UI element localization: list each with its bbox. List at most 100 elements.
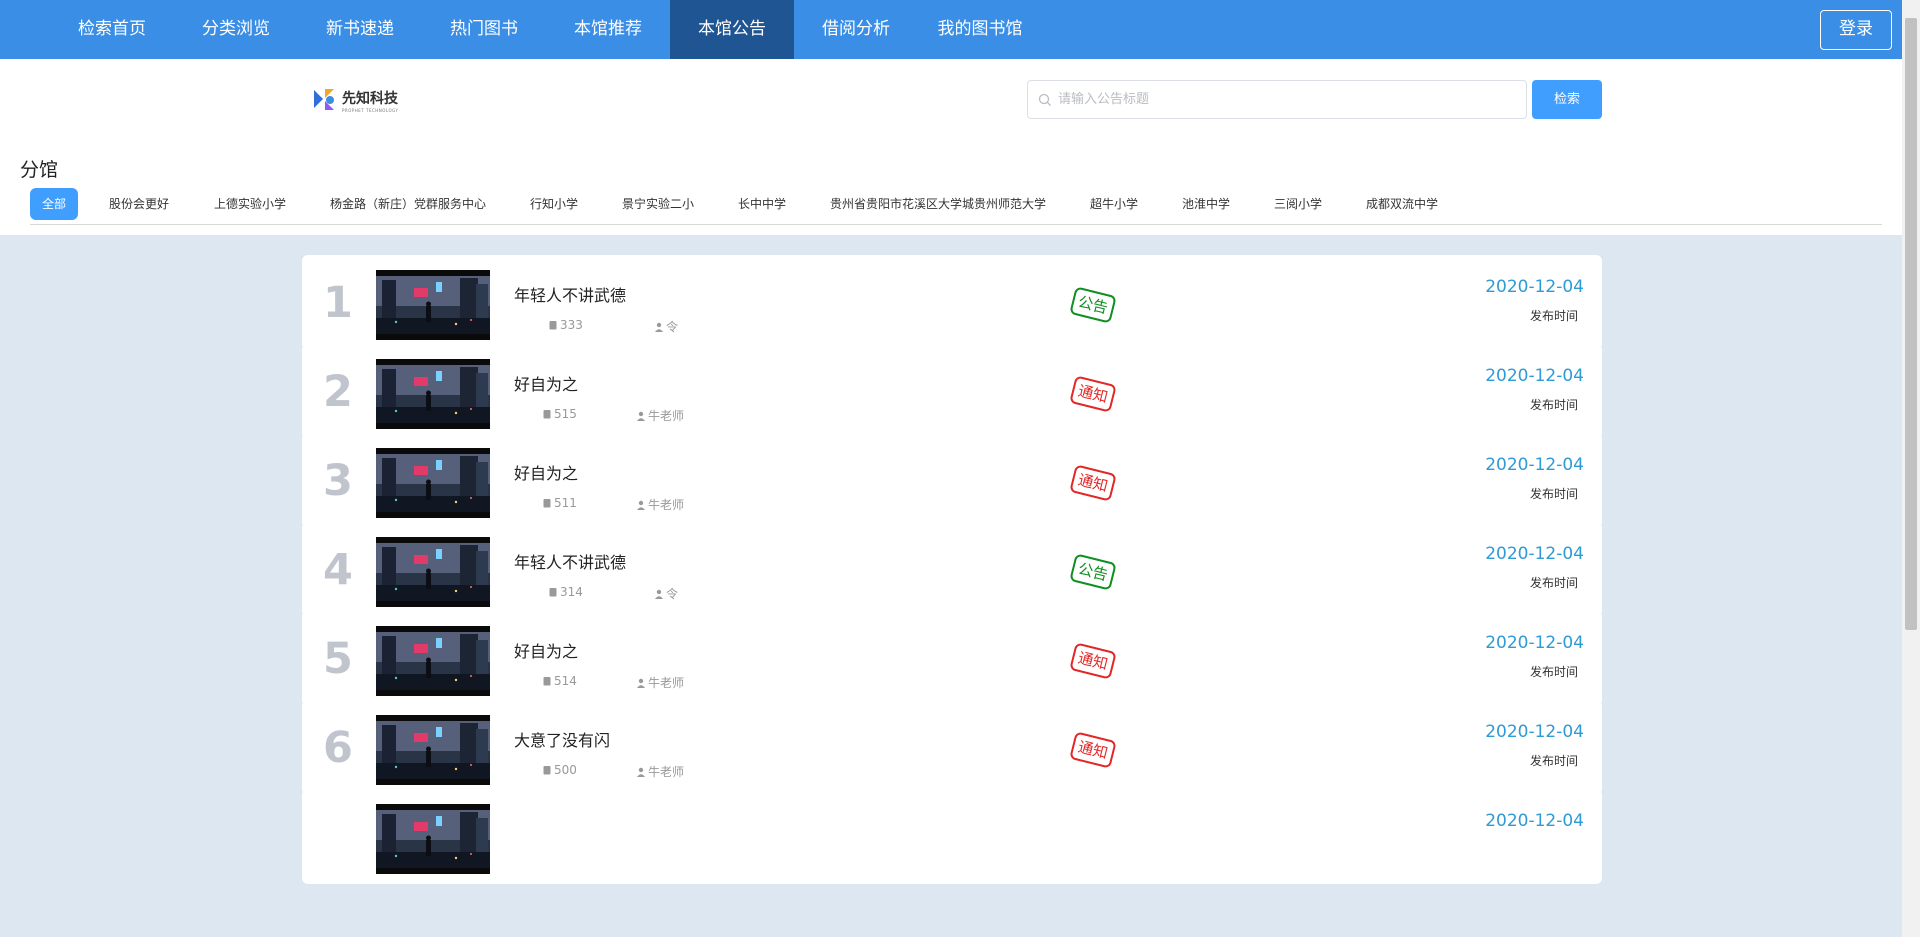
- nav-item-recommend[interactable]: 本馆推荐: [558, 0, 658, 59]
- author-name: 令: [654, 318, 678, 335]
- rank-number: 1: [323, 278, 353, 328]
- thumbnail-image[interactable]: [376, 359, 490, 429]
- thumbnail-image[interactable]: [376, 537, 490, 607]
- announcement-card[interactable]: 6 大意了没有闪 500 牛老师 通知 2020-12-04 发布时间: [302, 700, 1602, 795]
- user-icon: [637, 500, 645, 510]
- thumbnail-image[interactable]: [376, 626, 490, 696]
- publish-date: 2020-12-04: [1485, 455, 1584, 475]
- logo-subtitle: PROPHET TECHNOLOGY: [342, 107, 399, 113]
- publish-date-label: 发布时间: [1529, 754, 1578, 768]
- branch-tab[interactable]: 长中中学: [738, 188, 786, 220]
- publish-date: 2020-12-04: [1485, 722, 1584, 742]
- rank-number: 6: [323, 723, 353, 773]
- scrollbar[interactable]: [1902, 0, 1920, 937]
- author-name: 牛老师: [636, 407, 684, 424]
- nav-item-borrow-analysis[interactable]: 借阅分析: [806, 0, 906, 59]
- scrollbar-thumb[interactable]: [1905, 18, 1917, 630]
- author-name: 牛老师: [636, 674, 684, 691]
- search-box: [1027, 80, 1527, 119]
- announcement-card[interactable]: 2 好自为之 515 牛老师 通知 2020-12-04 发布时间: [302, 344, 1602, 439]
- announcement-card[interactable]: 4 年轻人不讲武德 314 令 公告 2020-12-04 发布时间: [302, 522, 1602, 617]
- announcement-title[interactable]: 好自为之: [514, 371, 578, 395]
- top-nav: 检索首页 分类浏览 新书速递 热门图书 本馆推荐 本馆公告 借阅分析 我的图书馆…: [0, 0, 1902, 59]
- type-stamp: 通知: [1069, 731, 1117, 769]
- announcement-title[interactable]: 年轻人不讲武德: [514, 282, 626, 306]
- document-icon: [543, 766, 551, 775]
- announcement-card[interactable]: 5 好自为之 514 牛老师 通知 2020-12-04 发布时间: [302, 611, 1602, 706]
- announcement-card[interactable]: 1 年轻人不讲武德 333 令 公告 2020-12-04 发布时间: [302, 255, 1602, 350]
- author-name: 令: [654, 585, 678, 602]
- author-name: 牛老师: [636, 763, 684, 780]
- branch-tab[interactable]: 超牛小学: [1090, 188, 1138, 220]
- branch-tab[interactable]: 成都双流中学: [1366, 188, 1438, 220]
- login-button[interactable]: 登录: [1820, 10, 1892, 50]
- user-icon: [637, 767, 645, 777]
- type-stamp: 通知: [1069, 642, 1117, 680]
- header: 先知科技 PROPHET TECHNOLOGY 检索 分馆 全部 股份会更好 上…: [0, 59, 1902, 235]
- announcement-card[interactable]: 3 好自为之 511 牛老师 通知 2020-12-04 发布时间: [302, 433, 1602, 528]
- search-input[interactable]: [1058, 81, 1518, 118]
- announcement-title[interactable]: 好自为之: [514, 638, 578, 662]
- publish-date-label: 发布时间: [1529, 309, 1578, 323]
- branch-tab[interactable]: 股份会更好: [109, 188, 169, 220]
- document-icon: [549, 588, 557, 597]
- publish-date-label: 发布时间: [1529, 665, 1578, 679]
- nav-item-hot-books[interactable]: 热门图书: [434, 0, 534, 59]
- logo-name: 先知科技: [342, 90, 398, 107]
- search-button[interactable]: 检索: [1532, 80, 1602, 119]
- publish-date-label: 发布时间: [1529, 487, 1578, 501]
- logo: 先知科技 PROPHET TECHNOLOGY: [312, 85, 399, 115]
- announcement-title[interactable]: 好自为之: [514, 460, 578, 484]
- document-icon: [543, 677, 551, 686]
- announcement-card[interactable]: 2020-12-04: [302, 789, 1602, 884]
- branch-tab[interactable]: 行知小学: [530, 188, 578, 220]
- tab-divider: [30, 224, 1882, 225]
- rank-number: 4: [323, 545, 353, 595]
- publish-date: 2020-12-04: [1485, 633, 1584, 653]
- user-icon: [655, 589, 663, 599]
- branch-title: 分馆: [20, 159, 59, 181]
- type-stamp: 公告: [1069, 553, 1117, 591]
- rank-number: 2: [323, 367, 353, 417]
- thumbnail-image[interactable]: [376, 448, 490, 518]
- views-count: 500: [542, 763, 577, 777]
- nav-item-category-browse[interactable]: 分类浏览: [186, 0, 286, 59]
- publish-date: 2020-12-04: [1485, 277, 1584, 297]
- user-icon: [637, 411, 645, 421]
- document-icon: [543, 499, 551, 508]
- document-icon: [543, 410, 551, 419]
- nav-item-my-library[interactable]: 我的图书馆: [930, 0, 1030, 59]
- nav-item-search-home[interactable]: 检索首页: [62, 0, 162, 59]
- search-icon: [1038, 93, 1051, 106]
- publish-date: 2020-12-04: [1485, 544, 1584, 564]
- publish-date-label: 发布时间: [1529, 398, 1578, 412]
- type-stamp: 通知: [1069, 375, 1117, 413]
- branch-tab[interactable]: 池淮中学: [1182, 188, 1230, 220]
- announcement-title[interactable]: 年轻人不讲武德: [514, 549, 626, 573]
- announcement-title[interactable]: 大意了没有闪: [514, 727, 610, 751]
- publish-date: 2020-12-04: [1485, 366, 1584, 386]
- thumbnail-image[interactable]: [376, 715, 490, 785]
- document-icon: [549, 321, 557, 330]
- branch-tab[interactable]: 三阅小学: [1274, 188, 1322, 220]
- nav-item-new-books[interactable]: 新书速递: [310, 0, 410, 59]
- type-stamp: 通知: [1069, 464, 1117, 502]
- branch-tab[interactable]: 景宁实验二小: [622, 188, 694, 220]
- branch-tab[interactable]: 贵州省贵阳市花溪区大学城贵州师范大学: [830, 188, 1046, 220]
- type-stamp: 公告: [1069, 286, 1117, 324]
- user-icon: [655, 322, 663, 332]
- author-name: 牛老师: [636, 496, 684, 513]
- thumbnail-image[interactable]: [376, 270, 490, 340]
- thumbnail-image[interactable]: [376, 804, 490, 874]
- publish-date: 2020-12-04: [1485, 811, 1584, 831]
- views-count: 511: [542, 496, 577, 510]
- branch-tab-all[interactable]: 全部: [30, 188, 79, 220]
- rank-number: 3: [323, 456, 353, 506]
- views-count: 333: [548, 318, 583, 332]
- views-count: 314: [548, 585, 583, 599]
- nav-item-announcements[interactable]: 本馆公告: [670, 0, 794, 59]
- branch-tab[interactable]: 上德实验小学: [214, 188, 286, 220]
- branch-tab[interactable]: 杨金路（新庄）党群服务中心: [330, 188, 486, 220]
- publish-date-label: 发布时间: [1529, 576, 1578, 590]
- views-count: 515: [542, 407, 577, 421]
